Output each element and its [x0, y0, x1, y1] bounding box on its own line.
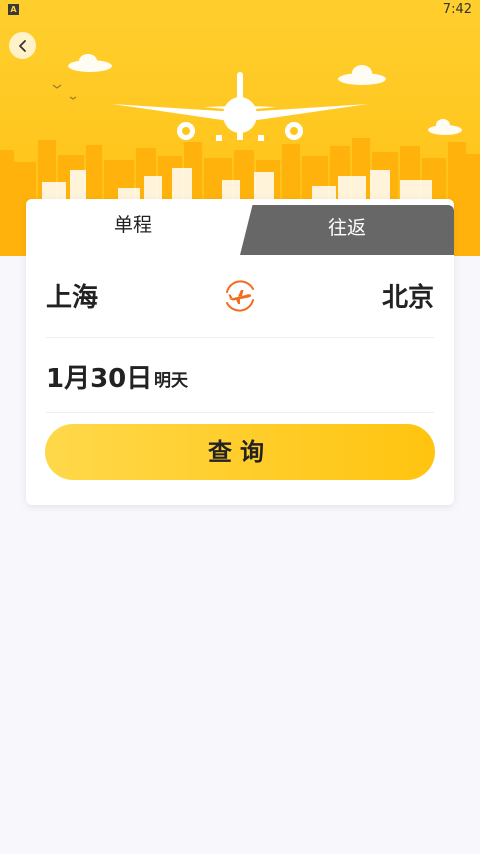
departure-date: 1月30日	[46, 364, 153, 394]
trip-type-tabs: 往返 单程	[26, 199, 454, 255]
app-notification-icon: A	[8, 4, 19, 15]
tab-one-way[interactable]: 单程	[26, 199, 240, 255]
departure-date-selector[interactable]: 1月30日 明天	[46, 337, 434, 413]
tab-round-trip[interactable]: 往返	[240, 205, 454, 255]
relative-day-label: 明天	[154, 371, 188, 391]
back-button[interactable]	[9, 32, 36, 59]
tab-divider	[240, 199, 254, 255]
status-bar: A 7:42	[0, 0, 480, 20]
flight-search-screen: A 7:42 往返 单程 上海 北京 1月30日 明天 查询	[0, 0, 480, 854]
arrival-city[interactable]: 北京	[382, 277, 434, 314]
route-selector: 上海 北京	[46, 255, 434, 338]
flight-search-card: 往返 单程 上海 北京 1月30日 明天 查询	[26, 199, 454, 505]
search-button[interactable]: 查询	[45, 424, 435, 480]
swap-cities-button[interactable]	[219, 275, 261, 317]
status-time: 7:42	[442, 2, 472, 17]
chevron-left-icon	[18, 39, 26, 52]
departure-city[interactable]: 上海	[46, 277, 98, 314]
plane-swap-icon	[226, 280, 254, 312]
